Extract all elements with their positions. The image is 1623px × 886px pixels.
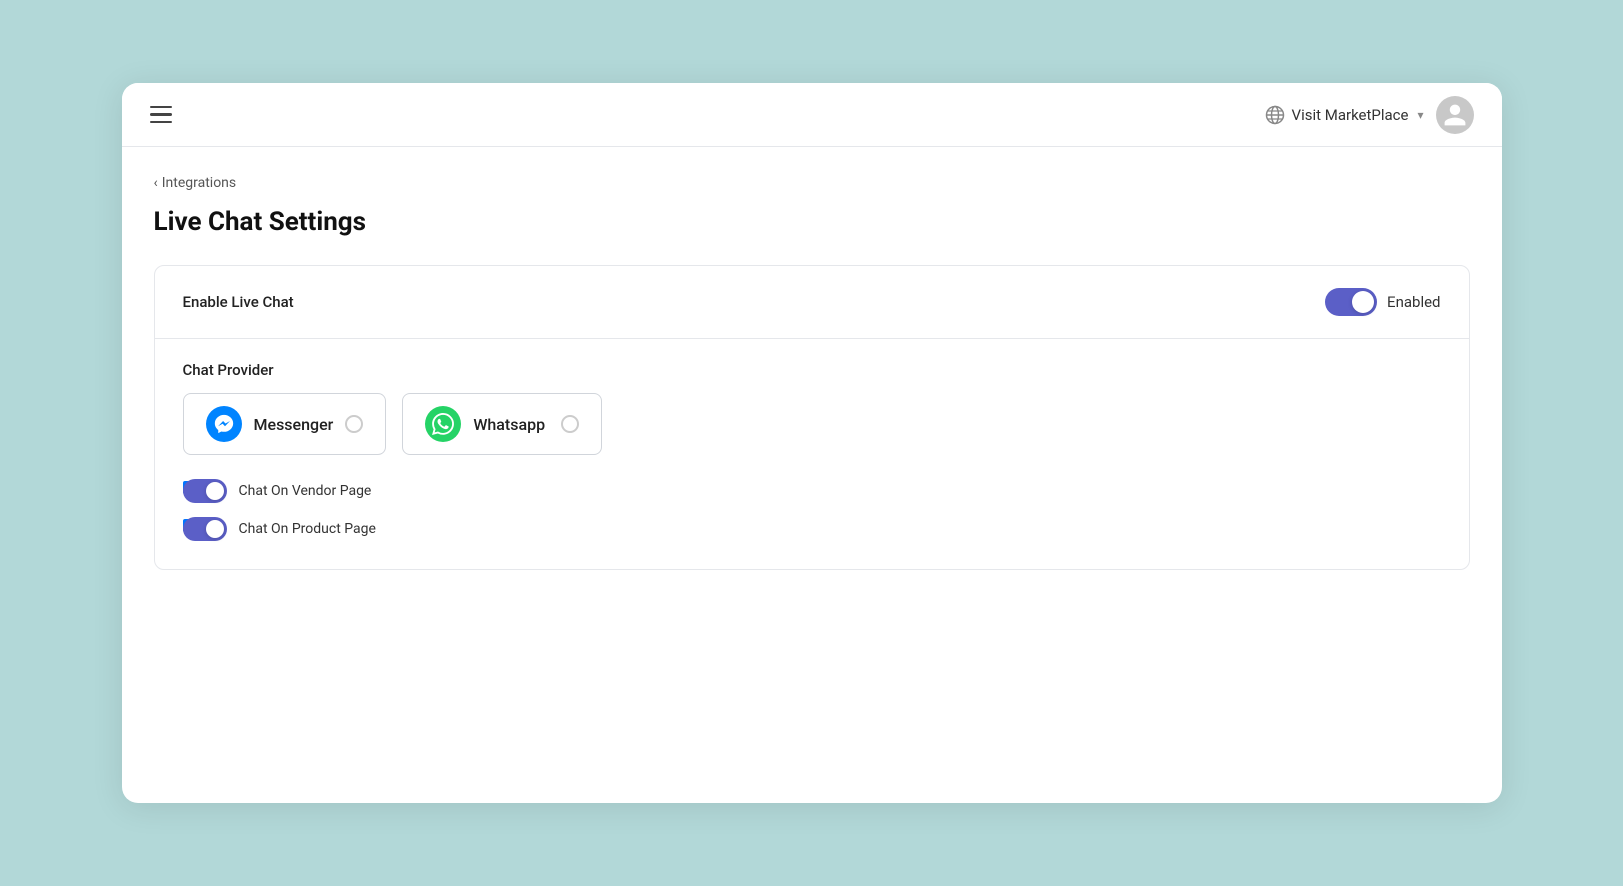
chat-provider-section: Chat Provider Messenger — [155, 339, 1469, 569]
user-avatar[interactable] — [1436, 96, 1474, 134]
messenger-icon — [206, 406, 242, 442]
breadcrumb[interactable]: ‹ Integrations — [154, 175, 1470, 191]
chat-vendor-label: Chat On Vendor Page — [239, 483, 372, 499]
chat-product-label: Chat On Product Page — [239, 521, 376, 537]
chat-product-toggle[interactable] — [183, 517, 227, 541]
whatsapp-radio[interactable] — [561, 415, 579, 433]
enable-live-chat-row: Enable Live Chat Enabled — [155, 266, 1469, 339]
messenger-label: Messenger — [254, 415, 334, 434]
chevron-left-icon: ‹ — [154, 175, 158, 191]
chat-provider-title: Chat Provider — [183, 361, 1441, 379]
chat-vendor-toggle[interactable] — [183, 479, 227, 503]
marketplace-label: Visit MarketPlace — [1292, 106, 1409, 124]
enable-live-chat-toggle-label: Enabled — [1387, 293, 1440, 311]
messenger-radio[interactable] — [345, 415, 363, 433]
chevron-down-icon: ▾ — [1417, 108, 1423, 122]
enable-live-chat-toggle-container: Enabled — [1325, 288, 1440, 316]
header-left — [150, 106, 172, 124]
settings-card: Enable Live Chat Enabled Chat Provider — [154, 265, 1470, 570]
breadcrumb-parent: Integrations — [162, 175, 236, 191]
chat-vendor-toggle-row: Chat On Vendor Page — [183, 479, 1441, 503]
header-right: Visit MarketPlace ▾ — [1265, 96, 1474, 134]
messenger-card[interactable]: Messenger — [183, 393, 387, 455]
marketplace-button[interactable]: Visit MarketPlace ▾ — [1265, 105, 1424, 125]
user-icon — [1442, 102, 1468, 128]
page-title: Live Chat Settings — [154, 207, 1470, 237]
whatsapp-icon — [425, 406, 461, 442]
enable-live-chat-toggle[interactable] — [1325, 288, 1377, 316]
whatsapp-label: Whatsapp — [473, 415, 545, 434]
chat-product-toggle-row: Chat On Product Page — [183, 517, 1441, 541]
header: Visit MarketPlace ▾ — [122, 83, 1502, 147]
provider-options: Messenger Whatsapp — [183, 393, 1441, 455]
hamburger-icon[interactable] — [150, 106, 172, 124]
app-window: Visit MarketPlace ▾ ‹ Integrations Live … — [122, 83, 1502, 803]
main-content: ‹ Integrations Live Chat Settings Enable… — [122, 147, 1502, 803]
globe-icon — [1265, 105, 1285, 125]
enable-live-chat-label: Enable Live Chat — [183, 293, 294, 311]
whatsapp-card[interactable]: Whatsapp — [402, 393, 602, 455]
